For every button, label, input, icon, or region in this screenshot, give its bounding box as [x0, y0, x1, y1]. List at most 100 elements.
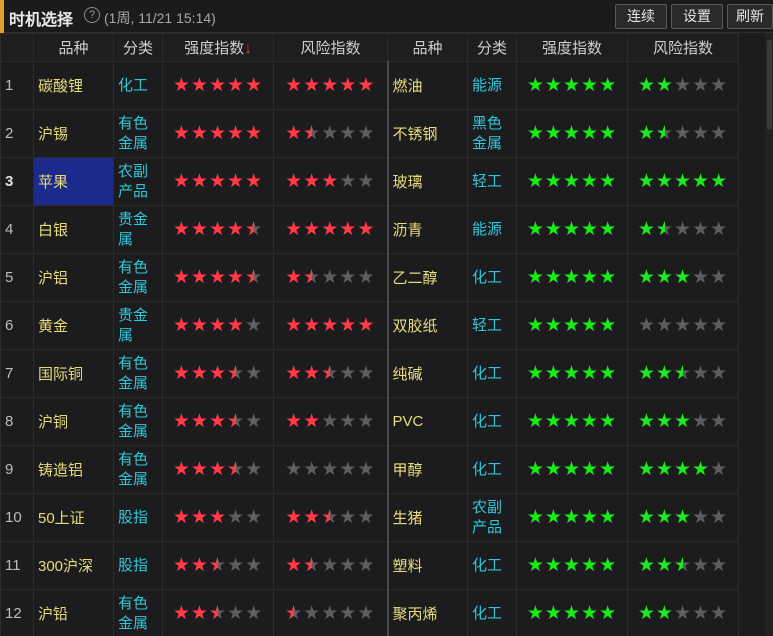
- product-name-2[interactable]: 塑料: [387, 541, 468, 590]
- product-name-2[interactable]: 燃油: [387, 61, 468, 110]
- star-empty-icon: ★: [673, 123, 693, 144]
- star-full-icon: ★: [303, 315, 322, 336]
- settings-button[interactable]: 设置: [671, 4, 723, 29]
- risk-rating-2: ★★★★★: [627, 61, 739, 110]
- star-empty-icon: ★: [303, 603, 322, 624]
- table-row[interactable]: 8沪铜有色金属★★★★★★★★★★★PVC化工★★★★★★★★★★: [0, 397, 739, 446]
- row-index: 5: [0, 253, 34, 302]
- risk-rating: ★★★★★: [273, 61, 389, 110]
- risk-rating-2: ★★★★★★: [627, 541, 739, 590]
- product-name[interactable]: 黄金: [33, 301, 114, 350]
- strength-rating-2: ★★★★★: [516, 445, 628, 494]
- product-name[interactable]: 300沪深: [33, 541, 114, 590]
- star-full-icon: ★: [208, 171, 228, 192]
- star-full-icon: ★: [172, 75, 191, 96]
- star-full-icon: ★: [321, 75, 340, 96]
- strength-rating: ★★★★★★: [162, 589, 274, 636]
- star-empty-icon: ★: [339, 171, 358, 192]
- product-name-2[interactable]: 双胶纸: [387, 301, 468, 350]
- product-name[interactable]: 铸造铝: [33, 445, 114, 494]
- star-empty-icon: ★: [710, 123, 729, 144]
- table-row[interactable]: 4白银贵金属★★★★★★★★★★★沥青能源★★★★★★★★★★★: [0, 205, 739, 254]
- table-row[interactable]: 11300沪深股指★★★★★★★★★★★★塑料化工★★★★★★★★★★★: [0, 541, 739, 590]
- table-row[interactable]: 2沪锡有色金属★★★★★★★★★★★不锈钢黑色金属★★★★★★★★★★★: [0, 109, 739, 158]
- product-name-2[interactable]: 生猪: [387, 493, 468, 542]
- product-name[interactable]: 碳酸锂: [33, 61, 114, 110]
- star-empty-icon: ★: [357, 363, 376, 384]
- row-index: 1: [0, 61, 34, 110]
- continuous-button[interactable]: 连续: [615, 4, 667, 29]
- product-name-2[interactable]: 纯碱: [387, 349, 468, 398]
- table-row[interactable]: 5沪铝有色金属★★★★★★★★★★★★乙二醇化工★★★★★★★★★★: [0, 253, 739, 302]
- star-full-icon: ★: [208, 315, 228, 336]
- star-full-icon: ★: [172, 315, 191, 336]
- product-name-2[interactable]: 不锈钢: [387, 109, 468, 158]
- product-name[interactable]: 50上证: [33, 493, 114, 542]
- col-strength[interactable]: 强度指数↓: [162, 33, 274, 62]
- table-row[interactable]: 1 碳酸锂 化工 ★★★★★ ★★★★★ 燃油 能源 ★★★★★ ★★★★★: [0, 61, 739, 110]
- scrollbar-thumb[interactable]: [767, 40, 772, 130]
- risk-rating: ★★★★★★: [273, 541, 389, 590]
- star-empty-icon: ★: [710, 363, 729, 384]
- product-name[interactable]: 沪铝: [33, 253, 114, 302]
- product-name[interactable]: 苹果: [33, 157, 114, 206]
- star-empty-icon: ★: [245, 315, 264, 336]
- product-name[interactable]: 白银: [33, 205, 114, 254]
- star-full-icon: ★: [562, 315, 582, 336]
- product-name-2[interactable]: 沥青: [387, 205, 468, 254]
- star-full-icon: ★: [526, 459, 545, 480]
- product-name-2[interactable]: 乙二醇: [387, 253, 468, 302]
- col-index: [0, 33, 34, 62]
- star-half-icon: ★★: [208, 555, 228, 576]
- star-full-icon: ★: [637, 267, 656, 288]
- table-row[interactable]: 3 苹果 农副产品 ★★★★★ ★★★★★ 玻璃 轻工 ★★★★★ ★★★★★: [0, 157, 739, 206]
- star-empty-icon: ★: [357, 603, 376, 624]
- product-name[interactable]: 国际铜: [33, 349, 114, 398]
- row-index: 11: [0, 541, 34, 590]
- product-name-2[interactable]: 玻璃: [387, 157, 468, 206]
- star-empty-icon: ★: [321, 411, 340, 432]
- col-name[interactable]: 品种: [33, 33, 114, 62]
- star-full-icon: ★: [357, 315, 376, 336]
- product-name-2[interactable]: 聚丙烯: [387, 589, 468, 636]
- refresh-button[interactable]: 刷新: [727, 4, 773, 29]
- star-empty-icon: ★: [357, 411, 376, 432]
- col-risk[interactable]: 风险指数: [273, 33, 388, 62]
- product-name[interactable]: 沪锡: [33, 109, 114, 158]
- col-name-2[interactable]: 品种: [387, 33, 468, 62]
- table-row[interactable]: 6 黄金 贵金属 ★★★★★ ★★★★★ 双胶纸 轻工 ★★★★★ ★★★★★: [0, 301, 739, 350]
- sort-desc-icon: ↓: [244, 40, 252, 57]
- risk-rating: ★★★★★★: [273, 589, 389, 636]
- star-empty-icon: ★: [357, 267, 376, 288]
- star-full-icon: ★: [245, 171, 264, 192]
- star-full-icon: ★: [562, 603, 582, 624]
- product-category-2: 能源: [467, 61, 517, 110]
- col-strength-2[interactable]: 强度指数: [516, 33, 628, 62]
- help-icon[interactable]: ?: [84, 7, 100, 23]
- star-full-icon: ★: [581, 219, 600, 240]
- product-name[interactable]: 沪铜: [33, 397, 114, 446]
- star-full-icon: ★: [637, 171, 656, 192]
- star-full-icon: ★: [526, 123, 545, 144]
- star-empty-icon: ★: [339, 363, 358, 384]
- product-name[interactable]: 沪铅: [33, 589, 114, 636]
- risk-rating: ★★★★★★: [273, 253, 389, 302]
- product-category-2: 化工: [467, 589, 517, 636]
- strength-rating: ★★★★★: [162, 61, 274, 110]
- strength-rating: ★★★★★★: [162, 541, 274, 590]
- col-risk-2[interactable]: 风险指数: [627, 33, 739, 62]
- table-row[interactable]: 12沪铅有色金属★★★★★★★★★★★★聚丙烯化工★★★★★★★★★★: [0, 589, 739, 636]
- table-row[interactable]: 9铸造铝有色金属★★★★★★★★★★★甲醇化工★★★★★★★★★★: [0, 445, 739, 494]
- star-full-icon: ★: [655, 603, 674, 624]
- star-full-icon: ★: [357, 219, 376, 240]
- product-name-2[interactable]: 甲醇: [387, 445, 468, 494]
- table-row[interactable]: 7国际铜有色金属★★★★★★★★★★★★纯碱化工★★★★★★★★★★★: [0, 349, 739, 398]
- col-category-2[interactable]: 分类: [467, 33, 517, 62]
- col-category[interactable]: 分类: [113, 33, 163, 62]
- table-row[interactable]: 1050上证股指★★★★★★★★★★★生猪农副产品★★★★★★★★★★: [0, 493, 739, 542]
- product-name-2[interactable]: PVC: [387, 397, 468, 446]
- product-category: 有色金属: [113, 349, 163, 398]
- star-half-icon: ★★: [673, 555, 693, 576]
- star-full-icon: ★: [655, 363, 674, 384]
- row-index: 8: [0, 397, 34, 446]
